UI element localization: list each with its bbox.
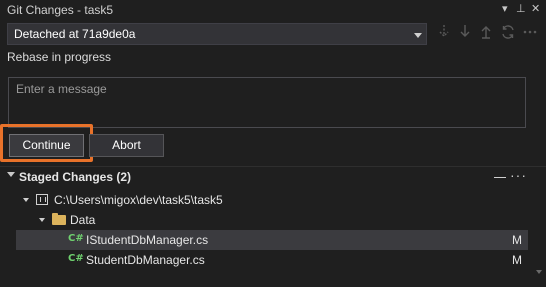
file-row[interactable]: C# StudentDbManager.cs M bbox=[16, 250, 528, 270]
file-row-selected[interactable]: C# IStudentDbManager.cs M bbox=[16, 230, 528, 250]
csharp-file-icon: C# bbox=[68, 233, 84, 244]
repository-icon bbox=[36, 194, 48, 205]
more-icon[interactable] bbox=[522, 24, 538, 42]
folder-name: Data bbox=[70, 213, 96, 227]
pin-icon[interactable]: ⊥ bbox=[516, 2, 526, 15]
expand-arrow-icon[interactable] bbox=[7, 172, 15, 177]
rebase-status: Rebase in progress bbox=[7, 50, 112, 64]
expand-arrow-icon[interactable] bbox=[23, 198, 29, 202]
folder-icon bbox=[52, 213, 66, 225]
file-status: M bbox=[512, 233, 522, 247]
chevron-down-icon bbox=[414, 33, 422, 38]
staged-changes-label: Staged Changes (2) bbox=[19, 170, 132, 184]
branch-dropdown[interactable]: Detached at 71a9de0a bbox=[7, 23, 427, 45]
abort-button[interactable]: Abort bbox=[89, 134, 164, 157]
close-icon[interactable]: ✕ bbox=[531, 2, 540, 15]
branch-label: Detached at 71a9de0a bbox=[14, 27, 136, 41]
continue-button[interactable]: Continue bbox=[9, 134, 84, 157]
dropdown-icon[interactable]: ▾ bbox=[502, 2, 508, 15]
pull-icon[interactable] bbox=[457, 24, 473, 42]
folder-row[interactable]: Data bbox=[0, 210, 528, 230]
file-name: IStudentDbManager.cs bbox=[86, 233, 209, 247]
file-name: StudentDbManager.cs bbox=[86, 253, 205, 267]
commit-message-input[interactable] bbox=[8, 77, 526, 128]
csharp-file-icon: C# bbox=[68, 253, 84, 264]
repo-row[interactable]: C:\Users\migox\dev\task5\task5 bbox=[0, 190, 528, 210]
panel-title: Git Changes - task5 bbox=[7, 3, 114, 17]
sync-icon[interactable] bbox=[500, 24, 516, 42]
file-status: M bbox=[512, 253, 522, 267]
push-icon[interactable] bbox=[478, 24, 494, 42]
more-options-icon[interactable]: ··· bbox=[510, 167, 527, 183]
panel-titlebar: Git Changes - task5 ▾ ⊥ ✕ bbox=[0, 0, 546, 20]
expand-arrow-icon[interactable] bbox=[39, 218, 45, 222]
scroll-down-icon[interactable] bbox=[536, 270, 542, 274]
fetch-icon[interactable] bbox=[436, 24, 452, 42]
unstage-all-icon[interactable] bbox=[494, 177, 506, 178]
repo-path: C:\Users\migox\dev\task5\task5 bbox=[54, 193, 223, 207]
staged-changes-header[interactable]: Staged Changes (2) ··· bbox=[0, 167, 546, 187]
